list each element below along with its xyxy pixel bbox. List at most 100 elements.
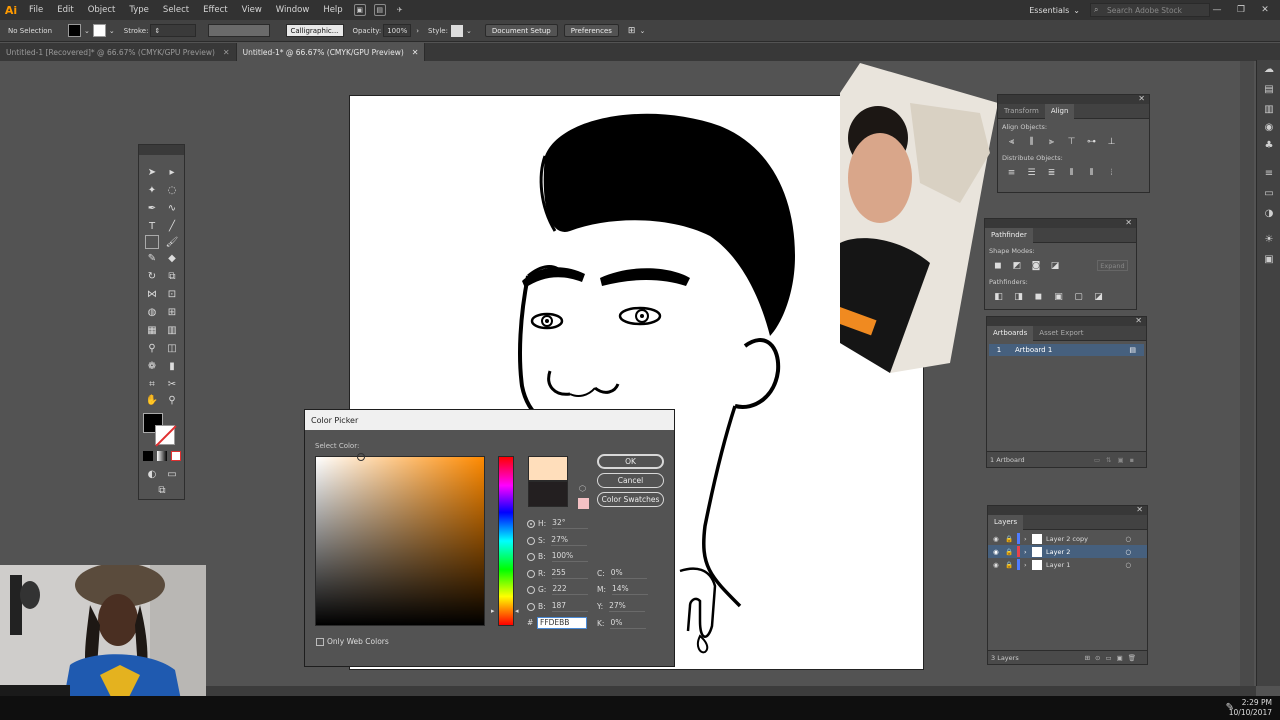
layer-name[interactable]: Layer 2 <box>1046 548 1070 556</box>
cancel-button[interactable]: Cancel <box>597 473 664 488</box>
tab-transform[interactable]: Transform <box>998 104 1045 119</box>
distribute-left-icon[interactable]: ⦀ <box>1066 167 1077 178</box>
lock-icon[interactable]: 🔒 <box>1005 548 1017 556</box>
creative-cloud-icon[interactable]: ☁ <box>1263 64 1275 76</box>
properties-icon[interactable]: ▤ <box>1263 84 1275 96</box>
graphic-styles-icon[interactable]: ▣ <box>1263 254 1275 266</box>
menu-select[interactable]: Select <box>156 5 196 15</box>
arrange-icon[interactable]: ▤ <box>373 4 386 16</box>
chevron-right-icon[interactable]: › <box>1024 548 1032 556</box>
menu-file[interactable]: File <box>22 5 50 15</box>
distribute-bottom-icon[interactable]: ≣ <box>1046 167 1057 178</box>
tab-pathfinder[interactable]: Pathfinder <box>985 227 1033 243</box>
stroke-panel-icon[interactable]: ≡ <box>1263 168 1275 180</box>
gradient-panel-icon[interactable]: ▭ <box>1263 188 1275 200</box>
chevron-right-icon[interactable]: › <box>1024 561 1032 569</box>
edit-toolbar-icon[interactable]: ⧉ <box>155 483 169 497</box>
align-panel-header[interactable]: ✕ <box>998 94 1149 104</box>
menu-object[interactable]: Object <box>81 5 123 15</box>
saturation-radio[interactable] <box>527 536 535 545</box>
hue-slider[interactable] <box>498 456 514 626</box>
tab-align[interactable]: Align <box>1044 103 1075 119</box>
intersect-icon[interactable]: ◙ <box>1031 260 1041 271</box>
direct-selection-tool-icon[interactable]: ▸ <box>165 165 179 179</box>
align-center-h-icon[interactable]: ⫼ <box>1026 136 1037 147</box>
mesh-tool-icon[interactable]: ▦ <box>145 323 159 337</box>
chevron-right-icon[interactable]: › <box>1024 535 1032 543</box>
align-right-icon[interactable]: ⫸ <box>1046 136 1057 147</box>
merge-icon[interactable]: ◼ <box>1033 291 1044 302</box>
artboard-options-icon[interactable]: ▤ <box>1129 346 1136 354</box>
chevron-down-icon[interactable]: ⌄ <box>639 27 645 35</box>
eye-icon[interactable]: ◉ <box>993 548 1005 556</box>
hue-slider-right-handle[interactable]: ◂ <box>515 607 519 615</box>
chevron-right-icon[interactable]: › <box>416 27 419 35</box>
minus-front-icon[interactable]: ◩ <box>1012 260 1022 271</box>
fill-color-swatch[interactable] <box>68 24 82 37</box>
shaper-tool-icon[interactable]: ✎ <box>145 251 159 265</box>
color-field[interactable] <box>315 453 485 626</box>
document-setup-button[interactable]: Document Setup <box>484 24 558 37</box>
exclude-icon[interactable]: ◪ <box>1050 260 1060 271</box>
close-window-button[interactable]: ✕ <box>1258 3 1272 17</box>
perspective-grid-tool-icon[interactable]: ⊞ <box>165 305 179 319</box>
align-center-v-icon[interactable]: ⊶ <box>1086 136 1097 147</box>
outline-icon[interactable]: ▢ <box>1073 291 1084 302</box>
hue-radio[interactable] <box>527 519 535 528</box>
menu-window[interactable]: Window <box>269 5 317 15</box>
gamut-color-swatch[interactable] <box>578 498 589 509</box>
column-graph-tool-icon[interactable]: ▮ <box>165 359 179 373</box>
close-icon[interactable]: ✕ <box>1135 316 1142 325</box>
layer-name[interactable]: Layer 1 <box>1046 561 1070 569</box>
hue-value[interactable]: 32° <box>552 518 589 529</box>
color-swatches-button[interactable]: Color Swatches <box>597 492 664 507</box>
blue-value[interactable]: 187 <box>551 601 588 612</box>
red-field[interactable]: R: 255 <box>527 568 588 579</box>
align-left-icon[interactable]: ⫷ <box>1006 136 1017 147</box>
layer-name[interactable]: Layer 2 copy <box>1046 535 1088 543</box>
black-field[interactable]: K: 0% <box>597 618 647 629</box>
libraries-icon[interactable]: ▥ <box>1263 104 1275 116</box>
minus-back-icon[interactable]: ◪ <box>1093 291 1104 302</box>
layers-panel-header[interactable]: ✕ <box>988 505 1147 515</box>
blend-tool-icon[interactable]: ◫ <box>165 341 179 355</box>
tools-panel-header[interactable] <box>139 145 184 155</box>
close-icon[interactable]: ✕ <box>223 48 230 57</box>
cc-libraries-icon[interactable]: ◉ <box>1263 122 1275 134</box>
tab-asset-export[interactable]: Asset Export <box>1033 326 1089 341</box>
rectangle-tool-icon[interactable] <box>145 235 159 249</box>
width-tool-icon[interactable]: ⋈ <box>145 287 159 301</box>
brightness-field[interactable]: B: 100% <box>527 551 588 562</box>
drawing-mode-icon[interactable]: ◐ <box>145 467 159 481</box>
crop-icon[interactable]: ▣ <box>1053 291 1064 302</box>
saturation-value[interactable]: 27% <box>551 535 588 546</box>
pen-tool-icon[interactable]: ✒ <box>145 201 159 215</box>
gradient-tool-icon[interactable]: ▥ <box>165 323 179 337</box>
variable-width-profile[interactable] <box>208 24 271 37</box>
yellow-field[interactable]: Y: 27% <box>597 601 646 612</box>
brightness-radio[interactable] <box>527 552 535 561</box>
magenta-value[interactable]: 14% <box>612 584 648 595</box>
eye-icon[interactable]: ◉ <box>993 561 1005 569</box>
saturation-field[interactable]: S: 27% <box>527 535 588 546</box>
red-radio[interactable] <box>527 569 535 578</box>
stroke-color-swatch[interactable] <box>155 425 175 445</box>
divide-icon[interactable]: ◧ <box>993 291 1004 302</box>
chevron-down-icon[interactable]: ⌄ <box>84 27 90 35</box>
unite-icon[interactable]: ◼ <box>993 260 1003 271</box>
green-field[interactable]: G: 222 <box>527 584 589 595</box>
target-icon[interactable]: ○ <box>1125 561 1131 569</box>
menu-edit[interactable]: Edit <box>50 5 80 15</box>
maximize-button[interactable]: ❐ <box>1234 3 1248 17</box>
screen-mode-icon[interactable]: ▭ <box>165 467 179 481</box>
opacity-input[interactable]: 100% <box>383 24 412 37</box>
chevron-down-icon[interactable]: ⌄ <box>466 27 472 35</box>
free-transform-tool-icon[interactable]: ⊡ <box>165 287 179 301</box>
color-mode-icon[interactable] <box>143 451 153 461</box>
only-web-colors-option[interactable]: Only Web Colors <box>316 637 389 646</box>
type-tool-icon[interactable]: T <box>145 219 159 233</box>
shape-builder-tool-icon[interactable]: ◍ <box>145 305 159 319</box>
menu-view[interactable]: View <box>235 5 269 15</box>
tab-untitled-1[interactable]: Untitled-1* @ 66.67% (CMYK/GPU Preview) … <box>236 43 426 61</box>
distribute-center-v-icon[interactable]: ☰ <box>1026 167 1037 178</box>
